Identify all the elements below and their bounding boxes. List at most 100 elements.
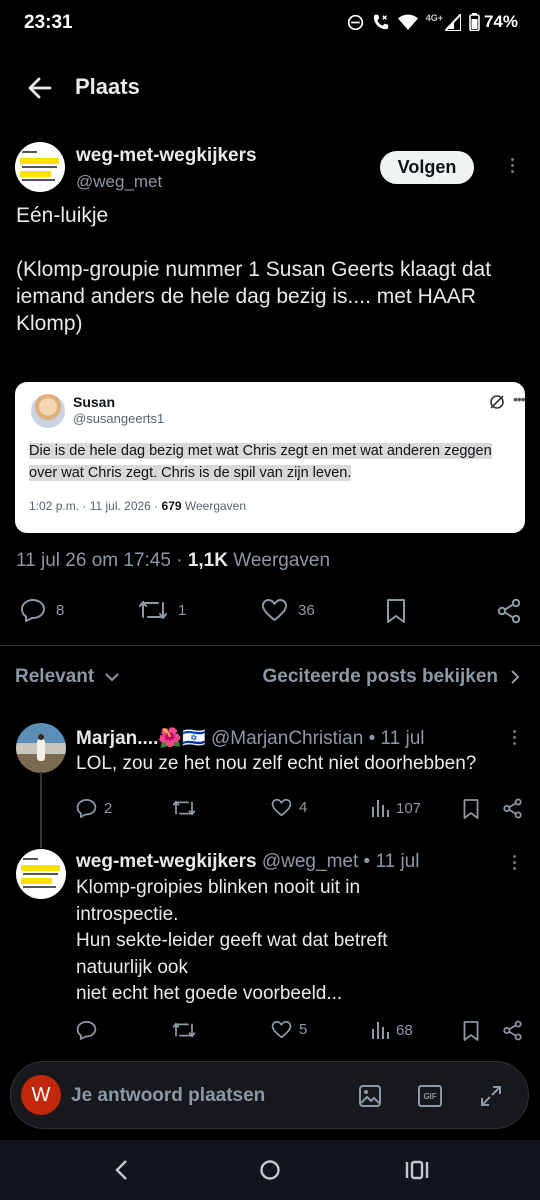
page-title: Plaats (75, 74, 140, 99)
reply-compose-bar[interactable]: W Je antwoord plaatsen GIF (10, 1061, 529, 1129)
nav-recents-icon[interactable] (405, 1160, 429, 1180)
thread-line (40, 772, 42, 848)
nav-home-icon[interactable] (259, 1159, 281, 1181)
repost-icon (172, 1022, 196, 1038)
bookmark-button[interactable] (385, 598, 407, 624)
reply-like-count: 5 (299, 1021, 308, 1038)
reply-views-count: 68 (396, 1021, 413, 1039)
reply-bookmark-button[interactable] (462, 798, 480, 820)
share-icon (503, 1020, 522, 1041)
author-handle[interactable]: @weg_met (76, 172, 162, 192)
reply-icon (76, 799, 97, 818)
repost-button[interactable]: 1 (138, 598, 186, 622)
reply-icon (76, 1021, 97, 1040)
chevron-right-icon (511, 670, 520, 684)
quoted-handle: @susangeerts1 (73, 411, 165, 426)
reply-repost-button[interactable] (172, 1020, 203, 1040)
wifi-calling-icon (373, 14, 388, 30)
sort-dropdown[interactable]: Relevant (15, 666, 120, 688)
reply-views-button[interactable]: 68 (371, 1020, 413, 1040)
status-time: 23:31 (24, 12, 73, 33)
bookmark-icon (463, 799, 479, 819)
reply-avatar[interactable] (16, 723, 66, 773)
like-button[interactable]: 36 (261, 598, 315, 622)
quoted-text-highlight: Die is de hele dag bezig met wat Chris z… (29, 443, 492, 481)
reply-share-button[interactable] (502, 798, 523, 819)
image-icon[interactable] (358, 1084, 382, 1108)
back-button[interactable] (24, 72, 56, 104)
reply-reply-count: 2 (104, 799, 113, 817)
reply-more-button[interactable] (513, 855, 516, 870)
quoted-avatar (31, 394, 65, 428)
reply-date: • 11 jul (363, 728, 425, 749)
quoted-views-label: Weergaven (181, 499, 247, 513)
reply-author-name[interactable]: Marjan....🌺🇮🇱 (76, 728, 206, 749)
reply-views-button[interactable]: 107 (371, 798, 421, 818)
reply-header: Marjan....🌺🇮🇱 @MarjanChristian • 11 jul (76, 726, 425, 750)
views-icon (372, 1022, 389, 1039)
nav-back-icon[interactable] (113, 1159, 129, 1181)
reply-avatar[interactable] (16, 849, 66, 899)
quoted-more-icon: ••• (513, 391, 526, 407)
repost-count: 1 (178, 601, 187, 619)
share-icon (503, 798, 522, 819)
signal-icon (444, 13, 461, 31)
author-avatar[interactable] (15, 142, 65, 192)
reply-author-handle[interactable]: @MarjanChristian (211, 728, 363, 749)
post-timestamp: 11 jul 26 om 17:45 · 1,1K Weergaven (16, 550, 330, 572)
compose-avatar: W (21, 1075, 61, 1115)
reply-repost-button[interactable] (172, 798, 203, 818)
quoted-meta: 1:02 p.m. · 11 jul. 2026 · 679 Weergaven (29, 499, 246, 513)
post-time: 11 jul 26 om 17:45 · (16, 550, 188, 571)
reply-author-handle[interactable]: @weg_met (262, 851, 358, 872)
reply-text: LOL, zou ze het nou zelf echt niet doorh… (76, 753, 477, 774)
repost-icon (172, 800, 196, 816)
more-options-button[interactable] (511, 158, 514, 173)
quoted-name: Susan (73, 394, 116, 410)
chevron-down-icon (105, 673, 119, 682)
do-not-disturb-icon (347, 14, 363, 30)
reply-bookmark-button[interactable] (462, 1020, 480, 1042)
reply-date: • 11 jul (358, 851, 420, 872)
quoted-views: 679 (161, 499, 182, 513)
gif-label: GIF (423, 1091, 437, 1101)
reply-views-count: 107 (396, 799, 422, 817)
view-quotes-link[interactable]: Geciteerde posts bekijken (263, 666, 521, 688)
network-label: 4G+ (425, 13, 443, 23)
bookmark-icon (387, 599, 405, 623)
reply-share-button[interactable] (502, 1020, 523, 1041)
expand-icon[interactable] (479, 1084, 503, 1108)
quotes-link-label: Geciteerde posts bekijken (262, 666, 499, 687)
post-views-label: Weergaven (227, 550, 331, 571)
follow-button[interactable]: Volgen (380, 151, 474, 184)
divider (0, 645, 540, 646)
reply-like-button[interactable]: 5 (271, 1020, 307, 1039)
reply-like-count: 4 (299, 799, 308, 816)
heart-icon (262, 599, 287, 621)
post-views: 1,1K (187, 550, 228, 571)
gif-button[interactable]: GIF (418, 1085, 442, 1107)
reply-reply-button[interactable]: 2 (76, 798, 112, 818)
post-text: Eén-luikje (Klomp-groupie nummer 1 Susan… (16, 204, 492, 335)
sort-label: Relevant (15, 666, 95, 687)
reply-icon (20, 598, 46, 622)
bookmark-icon (463, 1021, 479, 1041)
quoted-text: Die is de hele dag bezig met wat Chris z… (29, 440, 515, 484)
reply-reply-button[interactable] (76, 1020, 104, 1040)
reply-more-button[interactable] (513, 730, 516, 745)
grok-icon (490, 395, 504, 409)
reply-count: 8 (56, 601, 65, 619)
reply-button[interactable]: 8 (20, 598, 64, 622)
status-icons: 4G+ 74% (347, 12, 518, 32)
reply-header: weg-met-wegkijkers @weg_met • 11 jul (76, 851, 419, 873)
share-button[interactable] (496, 598, 522, 624)
reply-like-button[interactable]: 4 (271, 798, 307, 817)
heart-icon (271, 1020, 292, 1039)
author-name[interactable]: weg-met-wegkijkers (76, 145, 257, 167)
arrow-left-icon (28, 77, 52, 99)
reply-author-name[interactable]: weg-met-wegkijkers (76, 851, 257, 872)
battery-icon (469, 13, 480, 31)
quoted-post-card[interactable]: Susan @susangeerts1 ••• Die is de hele d… (15, 382, 526, 533)
compose-placeholder[interactable]: Je antwoord plaatsen (71, 1085, 265, 1107)
share-icon (497, 598, 521, 624)
